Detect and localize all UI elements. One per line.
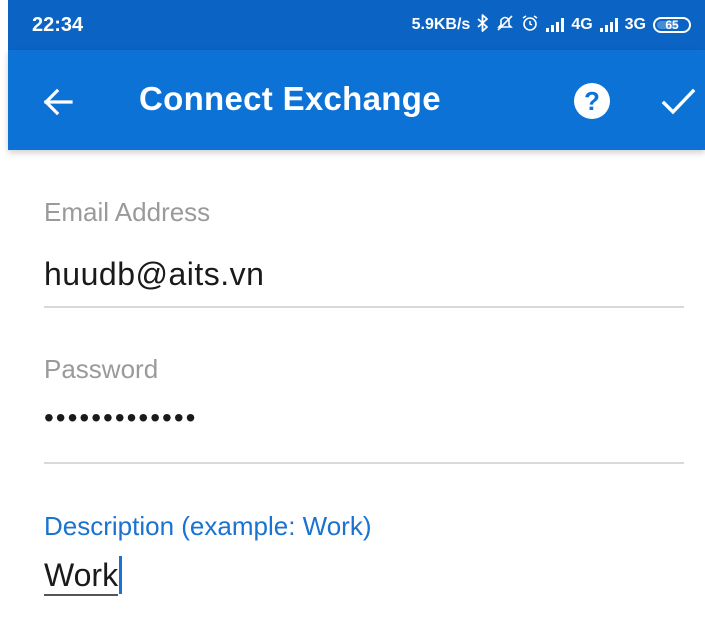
battery-level: 65 <box>665 18 679 32</box>
description-field[interactable]: Work <box>44 556 123 596</box>
status-indicators: 5.9KB/s 4G 3G 65 <box>411 13 691 37</box>
network-4g: 4G <box>571 16 593 33</box>
confirm-button[interactable] <box>658 84 698 120</box>
back-button[interactable] <box>38 82 78 122</box>
page-title: Connect Exchange <box>139 80 441 117</box>
signal-icon <box>546 18 565 32</box>
help-button[interactable]: ? <box>574 83 610 119</box>
signal-icon <box>599 18 618 32</box>
email-label: Email Address <box>44 197 211 227</box>
password-label: Password <box>44 354 159 384</box>
description-value: Work <box>44 556 119 596</box>
status-bar: 22:34 5.9KB/s 4G 3G 65 <box>8 0 705 50</box>
email-field[interactable]: huudb@aits.vn <box>44 256 264 293</box>
alarm-clock-icon <box>521 14 539 37</box>
password-field[interactable]: ••••••••••••• <box>44 402 197 434</box>
status-time: 22:34 <box>32 13 84 36</box>
alarm-off-icon <box>496 14 514 37</box>
text-cursor <box>119 556 123 594</box>
battery-icon: 65 <box>653 17 691 33</box>
description-label: Description (example: Work) <box>44 511 372 541</box>
connect-exchange-screen: 22:34 5.9KB/s 4G 3G 65 Connect Exchange … <box>0 0 705 619</box>
network-speed: 5.9KB/s <box>411 16 471 33</box>
help-icon: ? <box>584 86 600 116</box>
check-icon <box>661 88 696 115</box>
bluetooth-icon <box>477 13 489 37</box>
app-bar: Connect Exchange ? <box>8 50 705 150</box>
email-underline <box>44 306 684 308</box>
password-underline <box>44 462 684 464</box>
arrow-back-icon <box>43 88 73 116</box>
network-3g: 3G <box>624 16 646 33</box>
